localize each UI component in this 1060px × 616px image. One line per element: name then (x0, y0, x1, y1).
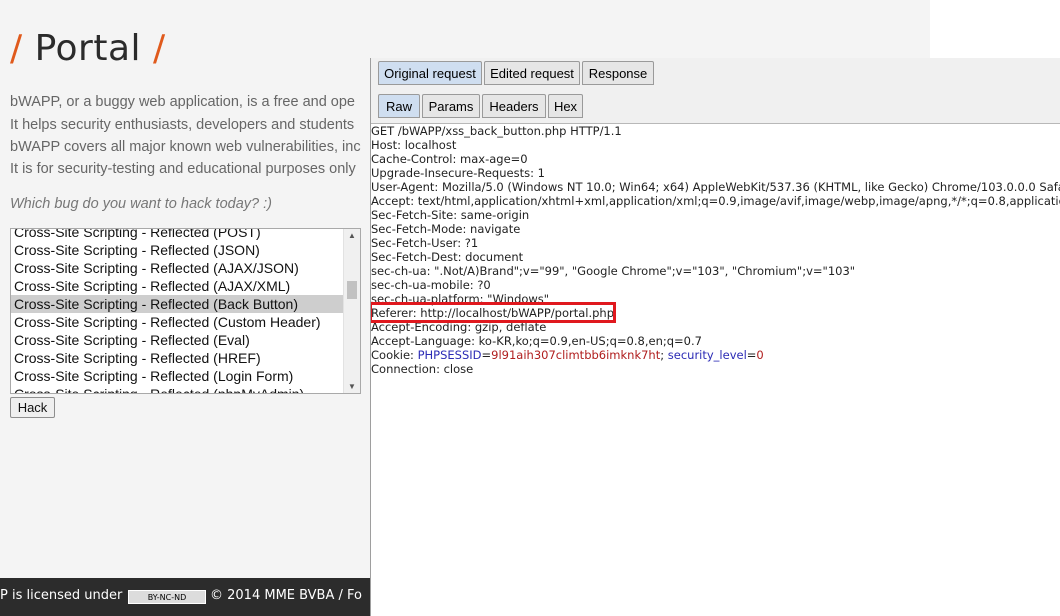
tab-raw[interactable]: Raw (378, 94, 420, 118)
bug-option[interactable]: Cross-Site Scripting - Reflected (Login … (11, 367, 344, 385)
footer-license-text: P is licensed under (0, 588, 123, 603)
title-slash-left: / (10, 28, 23, 69)
bug-select-list[interactable]: Cross-Site Scripting - Reflected (POST) … (10, 228, 361, 394)
cookie-equals: = (746, 348, 757, 362)
header-sec-fetch-mode: Sec-Fetch-Mode: navigate (371, 222, 521, 236)
bug-option[interactable]: Cross-Site Scripting - Reflected (HREF) (11, 349, 344, 367)
bug-option[interactable]: Cross-Site Scripting - Reflected (POST) (11, 229, 344, 241)
hack-button[interactable]: Hack (10, 397, 55, 418)
cookie-name-phpsessid: PHPSESSID (417, 348, 482, 362)
bug-option[interactable]: Cross-Site Scripting - Reflected (AJAX/J… (11, 259, 344, 277)
title-text: Portal (34, 28, 142, 69)
header-user-agent: User-Agent: Mozilla/5.0 (Windows NT 10.0… (371, 180, 1060, 194)
header-sec-fetch-dest: Sec-Fetch-Dest: document (371, 250, 524, 264)
header-sec-ch-ua: sec-ch-ua: ".Not/A)Brand";v="99", "Googl… (371, 264, 856, 278)
intro-line-1: bWAPP, or a buggy web application, is a … (10, 94, 355, 110)
license-badge-label: BY-NC-ND (147, 593, 187, 602)
intro-line-2: It helps security enthusiasts, developer… (10, 117, 355, 133)
bug-option[interactable]: Cross-Site Scripting - Reflected (Custom… (11, 313, 344, 331)
header-cache-control: Cache-Control: max-age=0 (371, 152, 528, 166)
page-title: / Portal / (10, 28, 166, 69)
header-connection: Connection: close (371, 362, 474, 376)
request-line: GET /bWAPP/xss_back_button.php HTTP/1.1 (371, 124, 622, 138)
header-cookie: Cookie: PHPSESSID=9l91aih307climtbb6imkn… (371, 348, 764, 362)
bug-option-selected[interactable]: Cross-Site Scripting - Reflected (Back B… (11, 295, 344, 313)
burp-request-panel: Original request Edited request Response… (370, 58, 1060, 616)
tab-params[interactable]: Params (422, 94, 480, 118)
bug-option[interactable]: Cross-Site Scripting - Reflected (Eval) (11, 331, 344, 349)
cookie-equals: = (481, 348, 492, 362)
scroll-down-arrow-icon[interactable]: ▼ (344, 382, 360, 391)
tab-original-request[interactable]: Original request (378, 61, 482, 85)
list-scrollbar[interactable]: ▲ ▼ (343, 229, 360, 393)
header-accept: Accept: text/html,application/xhtml+xml,… (371, 194, 1060, 208)
cc-license-badge-icon[interactable]: BY-NC-ND (128, 590, 206, 604)
cookie-value-phpsessid: 9l91aih307climtbb6imknk7ht (491, 348, 661, 362)
bug-question: Which bug do you want to hack today? :) (10, 196, 272, 212)
header-accept-language: Accept-Language: ko-KR,ko;q=0.9,en-US;q=… (371, 334, 702, 348)
referer-highlight-box (371, 302, 616, 323)
intro-line-4: It is for security-testing and education… (10, 161, 356, 177)
header-sec-fetch-site: Sec-Fetch-Site: same-origin (371, 208, 530, 222)
cookie-separator: ; (660, 348, 668, 362)
tab-hex[interactable]: Hex (548, 94, 583, 118)
intro-line-3: bWAPP covers all major known web vulnera… (10, 139, 361, 155)
tab-response[interactable]: Response (582, 61, 654, 85)
tab-edited-request[interactable]: Edited request (484, 61, 580, 85)
scrollbar-thumb[interactable] (347, 281, 357, 299)
header-host: Host: localhost (371, 138, 457, 152)
footer-copyright: © 2014 MME BVBA / Fo (210, 588, 362, 603)
title-slash-right: / (152, 28, 166, 69)
bug-option[interactable]: Cross-Site Scripting - Reflected (AJAX/X… (11, 277, 344, 295)
request-tabs: Original request Edited request Response (371, 58, 1060, 90)
scroll-up-arrow-icon[interactable]: ▲ (344, 231, 360, 240)
cookie-value-security-level: 0 (756, 348, 764, 362)
header-sec-ch-ua-mobile: sec-ch-ua-mobile: ?0 (371, 278, 491, 292)
header-upgrade-insecure: Upgrade-Insecure-Requests: 1 (371, 166, 545, 180)
view-tabs: Raw Params Headers Hex (371, 90, 1060, 124)
cookie-label: Cookie: (371, 348, 418, 362)
bug-option[interactable]: Cross-Site Scripting - Reflected (JSON) (11, 241, 344, 259)
bug-option[interactable]: Cross-Site Scripting - Reflected (phpMyA… (11, 385, 344, 393)
tab-headers[interactable]: Headers (482, 94, 546, 118)
cookie-name-security-level: security_level (667, 348, 747, 362)
header-sec-fetch-user: Sec-Fetch-User: ?1 (371, 236, 479, 250)
